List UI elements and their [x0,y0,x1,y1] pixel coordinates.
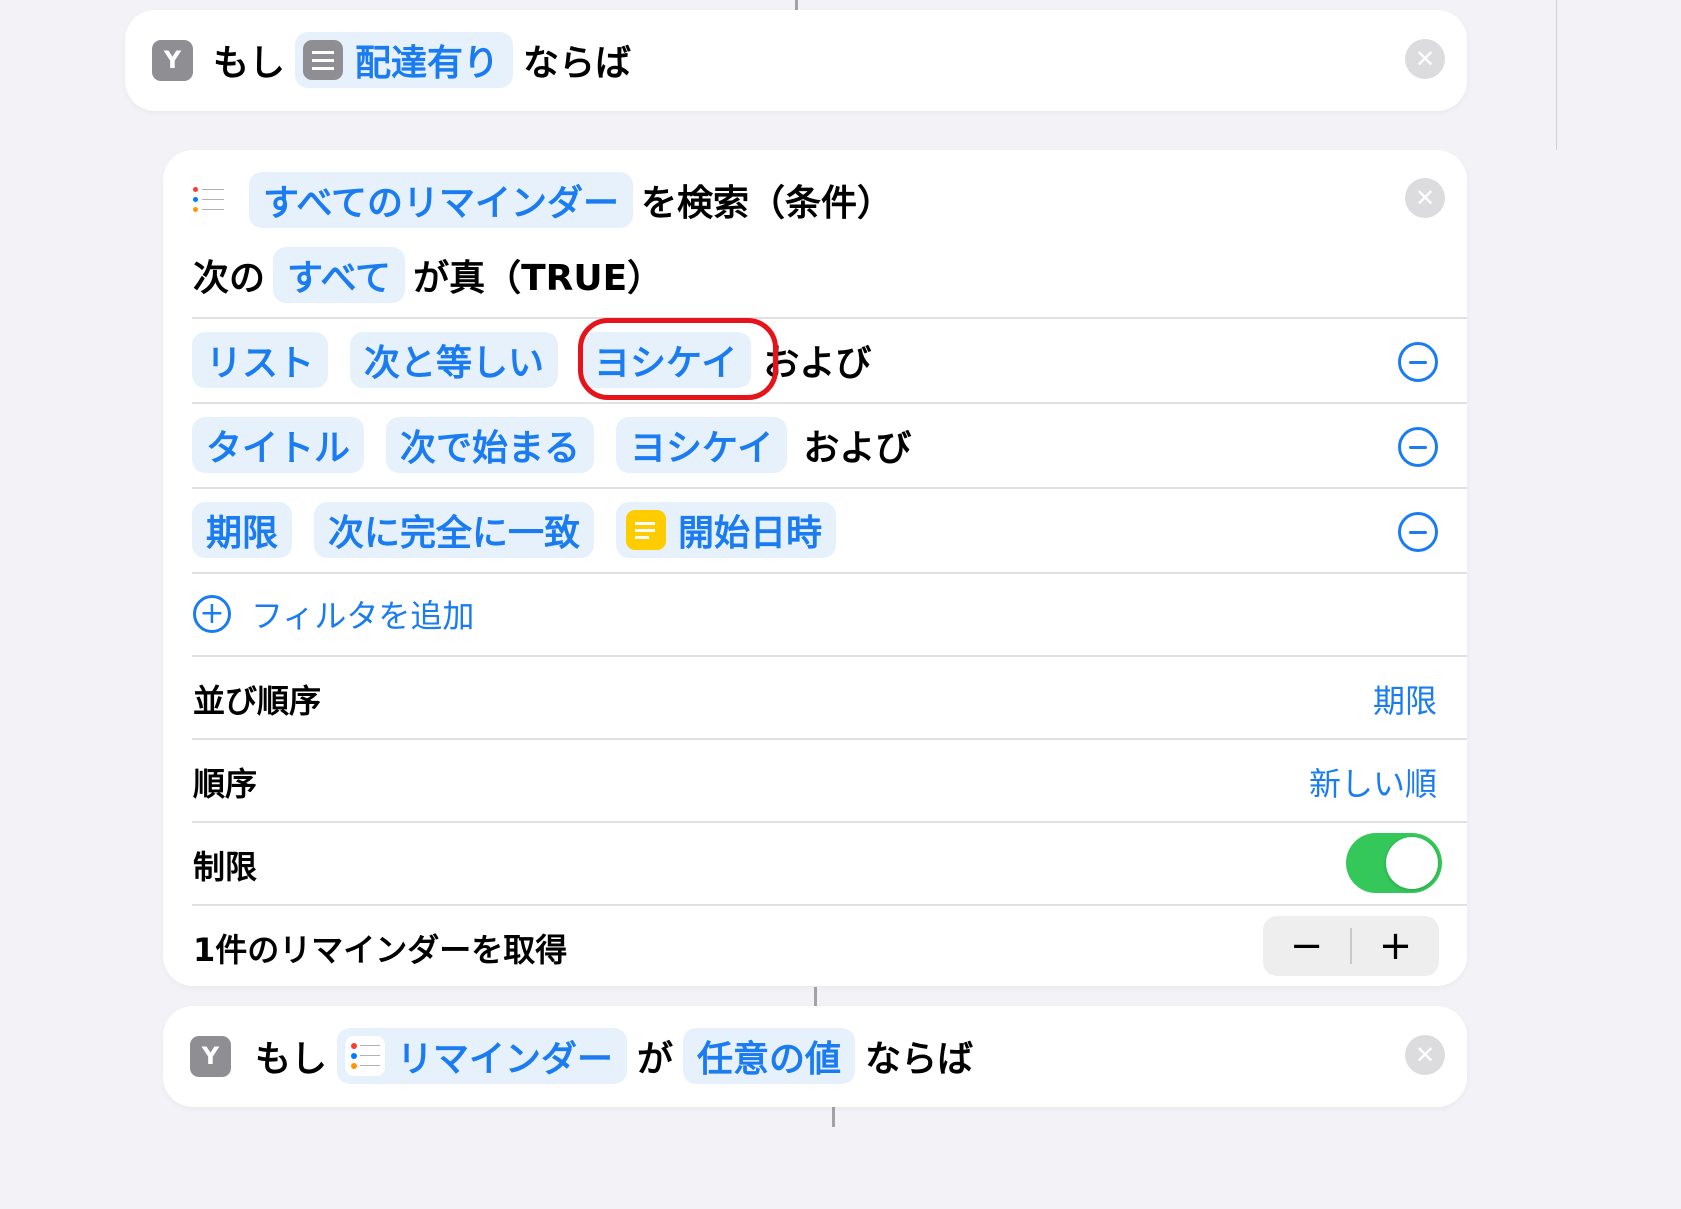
filter-field-token[interactable]: 期限 [192,502,293,558]
variable-token-reminder[interactable]: リマインダー [337,1028,628,1084]
match-suffix: が真（TRUE） [413,258,664,299]
filter-field-token[interactable]: タイトル [192,417,365,473]
match-prefix: 次の [193,258,266,299]
sort-value[interactable]: 期限 [1373,676,1437,722]
if-action-card-2[interactable]: Y もし リマインダー が 任意の値 ならば ✕ [163,1006,1467,1107]
toggle-knob [1386,837,1438,889]
filter-operator-token[interactable]: 次と等しい [350,332,559,388]
list-icon [303,40,344,80]
divider [192,572,1467,574]
flow-connector-top [795,0,798,10]
remove-action-button[interactable]: ✕ [1405,178,1445,218]
if-keyword: もし [255,1039,328,1080]
order-value[interactable]: 新しい順 [1309,759,1437,805]
divider [192,317,1467,319]
limit-toggle[interactable] [1346,833,1442,893]
variable-label: リマインダー [397,1039,614,1080]
flow-connector-middle [814,987,817,1006]
stepper-minus-button[interactable]: − [1263,916,1350,976]
filter-conjunction: および [803,428,912,469]
order-label: 順序 [193,765,258,803]
filter-operator-token[interactable]: 次に完全に一致 [314,502,595,558]
divider [192,487,1467,489]
flow-connector-bottom [832,1107,835,1127]
remove-action-button[interactable]: ✕ [1405,39,1445,79]
remove-filter-button[interactable] [1398,342,1438,382]
note-icon [626,510,667,550]
filter-row: タイトル 次で始まる ヨシケイ および [192,417,911,473]
match-mode-token[interactable]: すべて [273,247,406,303]
variable-label: 開始日時 [678,513,823,554]
limit-label: 制限 [193,848,258,886]
filter-row: 期限 次に完全に一致 開始日時 [192,502,837,558]
filter-field-token[interactable]: リスト [192,332,329,388]
filter-value-token[interactable]: 開始日時 [616,502,837,558]
count-label: 1件のリマインダーを取得 [193,931,568,969]
if-action-card-1[interactable]: Y もし 配達有り ならば ✕ [125,10,1467,111]
reminders-icon [345,1036,386,1076]
variable-label: 配達有り [355,43,500,84]
filter-operator-token[interactable]: 次で始まる [386,417,595,473]
stepper-plus-button[interactable]: + [1352,916,1439,976]
remove-filter-button[interactable] [1398,427,1438,467]
add-filter-label: フィルタを追加 [251,597,475,635]
add-filter-button[interactable]: + フィルタを追加 [193,590,474,638]
variable-token-delivery[interactable]: 配達有り [295,32,514,88]
source-token[interactable]: すべてのリマインダー [249,172,634,228]
plus-circle-icon: + [193,595,231,633]
divider [192,904,1467,906]
count-stepper[interactable]: − + [1263,916,1439,976]
if-connector: が [637,1039,674,1080]
divider [192,402,1467,404]
remove-filter-button[interactable] [1398,512,1438,552]
remove-action-button[interactable]: ✕ [1405,1035,1445,1075]
if-suffix: ならば [865,1039,974,1080]
find-reminders-card[interactable]: すべてのリマインダー を検索（条件） ✕ 次の すべて が真（TRUE） リスト… [163,150,1467,986]
reminders-icon [193,185,227,215]
if-keyword: もし [213,43,286,84]
divider [192,821,1467,823]
filter-value-token[interactable]: ヨシケイ [616,417,788,473]
divider [192,655,1467,657]
sort-label: 並び順序 [193,682,322,720]
highlight-annotation [578,318,778,400]
find-action-text: を検索（条件） [641,183,894,224]
condition-token[interactable]: 任意の値 [683,1028,856,1084]
if-suffix: ならば [523,43,632,84]
if-branch-icon: Y [152,39,193,81]
right-edge-line [1556,0,1557,150]
if-branch-icon: Y [190,1035,231,1077]
divider [192,738,1467,740]
filter-conjunction: および [763,343,872,384]
